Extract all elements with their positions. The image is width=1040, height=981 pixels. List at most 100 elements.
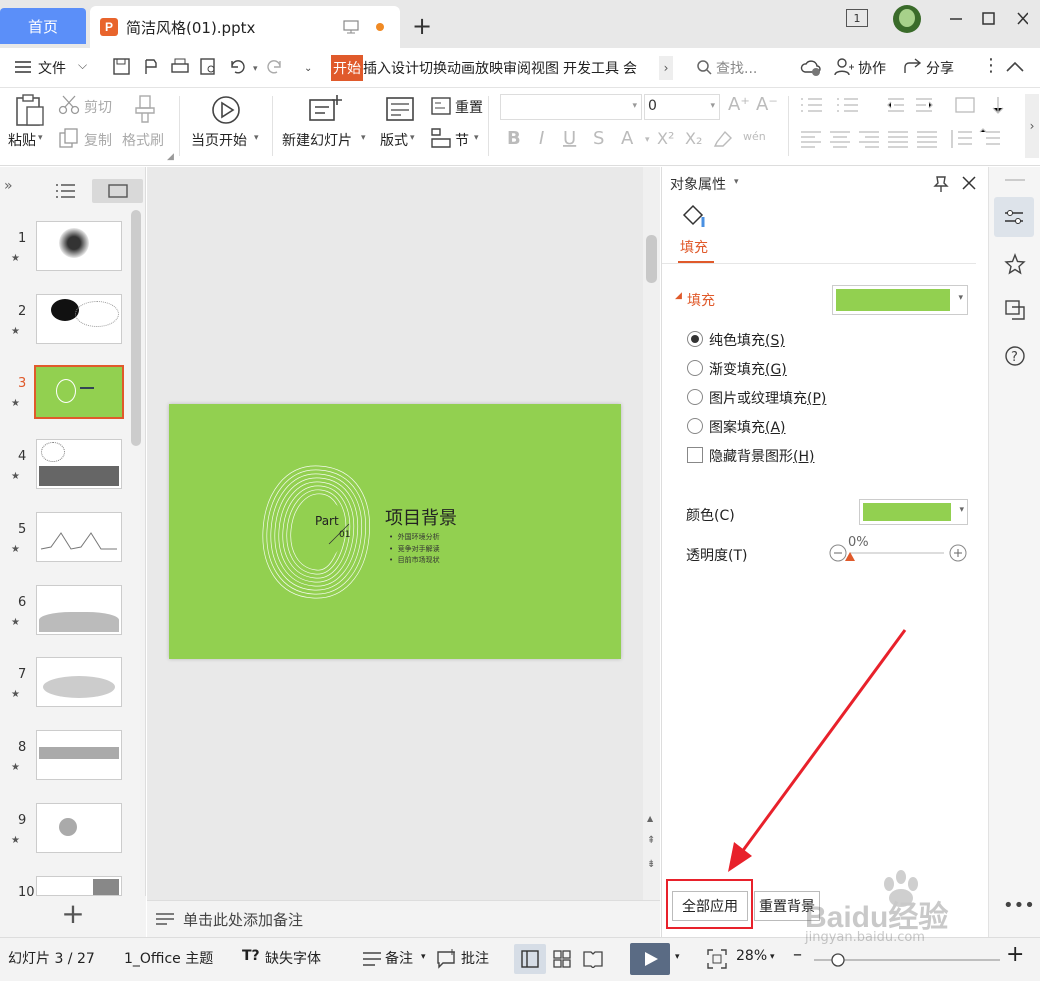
zoom-out-icon[interactable]: – [793, 944, 802, 965]
layout-button[interactable]: 版式 [380, 130, 408, 150]
zoom-in-icon[interactable]: + [1006, 942, 1024, 967]
thumbnail-slide-8[interactable] [36, 730, 122, 780]
radio-solid-fill[interactable] [687, 331, 703, 347]
thumbnail-slide-2[interactable] [36, 294, 122, 344]
panel-title-dropdown-icon[interactable]: ▾ [734, 177, 739, 187]
font-size-select[interactable]: 0 ▾ [644, 94, 720, 120]
superscript-icon[interactable]: X² [657, 129, 674, 148]
tab-home[interactable]: 首页 [0, 8, 86, 44]
option-pattern-fill[interactable]: 图案填充(A) [709, 417, 786, 437]
fill-color-dropdown-icon[interactable]: ▾ [958, 293, 963, 303]
share-button[interactable]: 分享 [926, 58, 954, 78]
new-slide-button[interactable]: 新建幻灯片 [282, 130, 352, 150]
cut-button[interactable]: 剪切 [84, 97, 112, 117]
search-input[interactable]: 查找... [716, 58, 757, 78]
justify-icon[interactable] [888, 131, 908, 148]
prev-slide-icon[interactable]: ⇞ [647, 835, 655, 846]
subscript-icon[interactable]: X₂ [685, 129, 702, 148]
chevron-down-icon[interactable]: ⌵ [78, 58, 87, 73]
tab-fill[interactable]: 填充 [680, 237, 708, 257]
paragraph-spacing-icon[interactable] [979, 128, 1000, 145]
notes-pane[interactable]: 单击此处添加备注 [147, 900, 660, 937]
notes-dropdown-icon[interactable]: ▾ [421, 952, 426, 962]
scroll-up-icon[interactable]: ▲ [647, 814, 653, 823]
menu-tab-slideshow[interactable]: 放映 [475, 58, 503, 78]
color-picker[interactable]: ▾ [859, 499, 968, 525]
section-dropdown-icon[interactable]: ▾ [474, 133, 479, 143]
sort-icon[interactable] [992, 97, 1004, 114]
thumbnail-slide-9[interactable] [36, 803, 122, 853]
collapse-ribbon-icon[interactable] [1005, 60, 1025, 74]
slide-sorter-icon[interactable] [553, 950, 571, 968]
outline-view-icon[interactable] [55, 182, 75, 200]
normal-view-button[interactable] [514, 944, 546, 974]
thumbnail-slide-5[interactable] [36, 512, 122, 562]
window-count-icon[interactable]: 1 [846, 9, 868, 27]
option-picture-fill[interactable]: 图片或纹理填充(P) [709, 388, 826, 408]
clipboard-launcher-icon[interactable]: ◢ [167, 152, 174, 162]
menu-tab-design[interactable]: 设计 [391, 58, 419, 78]
reading-view-icon[interactable] [583, 950, 603, 968]
fit-window-icon[interactable] [707, 949, 727, 969]
align-left-icon[interactable] [801, 131, 821, 148]
save-icon[interactable] [113, 58, 130, 75]
slide-3[interactable]: Part 01 项目背景 • 外国环境分析 • 竞争对手解读 • 目前市场现状 [169, 404, 621, 659]
pin-icon[interactable] [932, 175, 950, 193]
missing-font-button[interactable]: 缺失字体 [265, 948, 321, 968]
monitor-icon[interactable] [342, 18, 360, 36]
menu-scroll-right[interactable]: › [659, 56, 673, 80]
thumbnail-slide-6[interactable] [36, 585, 122, 635]
play-slideshow-button[interactable] [630, 943, 670, 975]
section-button[interactable]: 节 [455, 130, 469, 150]
copy-button[interactable]: 复制 [84, 130, 112, 150]
fill-section-title[interactable]: 填充 [687, 290, 715, 310]
menu-tab-review[interactable]: 审阅 [503, 58, 531, 78]
play-dropdown-icon[interactable]: ▾ [254, 133, 259, 143]
undo-icon[interactable] [231, 60, 245, 74]
italic-icon[interactable]: I [539, 128, 544, 149]
radio-picture-fill[interactable] [687, 389, 703, 405]
zoom-dropdown-icon[interactable]: ▾ [770, 952, 775, 962]
star-outline-icon[interactable] [1004, 253, 1026, 275]
decrease-indent-icon[interactable] [887, 98, 904, 112]
hamburger-icon[interactable] [14, 59, 32, 75]
comments-button[interactable]: 批注 [461, 948, 489, 968]
underline-icon[interactable]: U [563, 128, 576, 149]
new-slide-dropdown-icon[interactable]: ▾ [361, 133, 366, 143]
align-right-icon[interactable] [859, 131, 879, 148]
paste-button[interactable]: 粘贴 [8, 130, 36, 150]
menu-tab-developer[interactable]: 开发工具 [563, 58, 619, 78]
font-family-select[interactable]: ▾ [500, 94, 642, 120]
radio-gradient-fill[interactable] [687, 360, 703, 376]
menu-tab-view[interactable]: 视图 [531, 58, 559, 78]
new-tab-button[interactable]: + [412, 12, 432, 40]
next-slide-icon[interactable]: ⇟ [647, 859, 655, 870]
zoom-thumb[interactable] [831, 953, 845, 967]
checkbox-hide-background[interactable] [687, 447, 703, 463]
numbered-list-icon[interactable] [837, 98, 858, 112]
reset-background-button[interactable]: 重置背景 [754, 891, 820, 921]
font-family-dropdown-icon[interactable]: ▾ [632, 101, 637, 111]
panel-title[interactable]: 对象属性 [670, 174, 726, 194]
option-solid-fill[interactable]: 纯色填充(S) [709, 330, 785, 350]
option-gradient-fill[interactable]: 渐变填充(G) [709, 359, 787, 379]
increase-indent-icon[interactable] [916, 98, 933, 112]
canvas-scrollbar[interactable]: ▲ ⇞ ⇟ [643, 167, 660, 900]
more-options-icon[interactable]: ⋮ [982, 55, 1000, 76]
align-center-icon[interactable] [830, 131, 850, 148]
section-collapse-icon[interactable]: ◢ [675, 291, 682, 301]
thumbnail-scrollbar[interactable] [131, 210, 141, 446]
apply-all-button[interactable]: 全部应用 [672, 891, 748, 921]
font-grow-icon[interactable]: A⁺ [728, 94, 750, 115]
phonetic-icon[interactable]: wén [743, 130, 766, 143]
redo-icon[interactable] [267, 60, 281, 74]
thumbnail-slide-3[interactable] [34, 365, 124, 419]
zoom-level[interactable]: 28% [736, 948, 767, 964]
tab-document[interactable]: P 简洁风格(01).pptx [90, 6, 400, 48]
sidebar-more-icon[interactable]: ••• [1003, 895, 1035, 916]
strikethrough-icon[interactable]: S [593, 128, 604, 149]
expand-panel-icon[interactable]: » [4, 178, 13, 194]
properties-tab[interactable] [994, 197, 1034, 237]
close-panel-icon[interactable] [962, 176, 976, 190]
scroll-thumb[interactable] [646, 235, 657, 283]
